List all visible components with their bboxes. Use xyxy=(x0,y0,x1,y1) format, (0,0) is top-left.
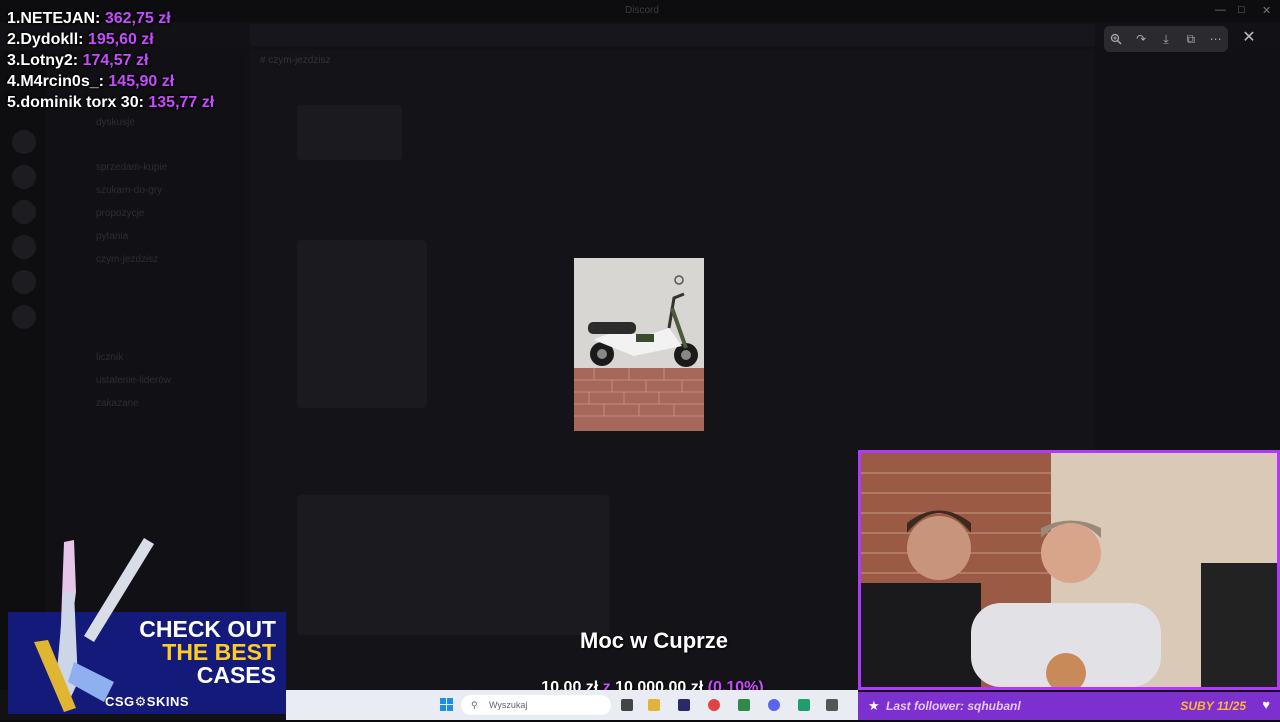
message-image xyxy=(297,105,402,160)
download-icon[interactable]: ⤓ xyxy=(1157,30,1175,48)
moped-photo xyxy=(574,258,704,431)
leaderboard-row: 5.dominik torx 30: 135,77 zł xyxy=(7,94,215,111)
minimize-icon[interactable]: — xyxy=(1215,4,1226,16)
enlarged-image[interactable] xyxy=(574,258,704,431)
window-title: Discord xyxy=(625,5,659,16)
heart-icon: ♥ xyxy=(1262,697,1270,712)
channel-item[interactable]: zakazane xyxy=(96,398,139,409)
message-image xyxy=(297,495,609,635)
channel-item[interactable]: szukam-do-gry xyxy=(96,185,162,196)
leaderboard-row: 3.Lotny2: 174,57 zł xyxy=(7,52,149,69)
search-icon: ⚲ xyxy=(471,700,478,710)
image-viewer-toolbar: ↷ ⤓ ⧉ ⋯ xyxy=(1104,26,1228,52)
channel-item[interactable]: dyskusje xyxy=(96,117,135,128)
windows-start-icon[interactable] xyxy=(440,698,454,717)
app-icon[interactable] xyxy=(798,699,810,711)
app-icon[interactable] xyxy=(826,699,838,711)
taskview-icon[interactable] xyxy=(621,699,633,711)
webcam-frame xyxy=(858,450,1280,690)
channel-item[interactable]: licznik xyxy=(96,352,123,363)
leaderboard-row: 2.Dydokll: 195,60 zł xyxy=(7,31,154,48)
donation-leaderboard: 1.NETEJAN: 362,75 zł 2.Dydokll: 195,60 z… xyxy=(7,8,214,113)
channel-item[interactable]: ustalenie-liderów xyxy=(96,375,171,386)
star-icon: ★ xyxy=(868,698,880,713)
zoom-in-icon[interactable] xyxy=(1107,30,1125,48)
notification-banner xyxy=(250,24,1095,46)
sub-goal: SUBY 11/25 xyxy=(1180,699,1246,713)
channel-item[interactable]: pytania xyxy=(96,231,128,242)
maximize-icon[interactable]: □ xyxy=(1238,4,1245,16)
folder-icon[interactable] xyxy=(648,699,660,711)
leaderboard-row: 4.M4rcin0s_: 145,90 zł xyxy=(7,73,175,90)
last-follower: Last follower: sqhubanl xyxy=(886,699,1021,713)
ad-brand: CSG⚙SKINS xyxy=(104,694,190,709)
channel-item-active[interactable]: czym-jezdzisz xyxy=(96,254,158,265)
message-image xyxy=(297,240,427,408)
channel-header: # czym-jezdzisz xyxy=(260,55,331,66)
goal-title: Moc w Cuprze xyxy=(580,628,728,653)
member-list xyxy=(1095,50,1280,450)
channel-item[interactable]: sprzedam-kupie xyxy=(96,162,167,173)
channel-name: czym-jezdzisz xyxy=(268,55,331,66)
channel-item[interactable]: propozycje xyxy=(96,208,144,219)
more-icon[interactable]: ⋯ xyxy=(1207,30,1225,48)
sponsor-ad[interactable]: CHECK OUT THE BEST CASES CSG⚙SKINS xyxy=(8,538,286,714)
share-icon[interactable]: ↷ xyxy=(1132,30,1150,48)
opera-icon[interactable] xyxy=(708,699,720,711)
open-external-icon[interactable]: ⧉ xyxy=(1182,30,1200,48)
app-icon[interactable] xyxy=(738,699,750,711)
taskbar-search[interactable]: ⚲ Wyszukaj xyxy=(461,695,611,715)
webcam-info-bar: ★ Last follower: sqhubanl SUBY 11/25 ♥ xyxy=(858,692,1280,720)
taskbar: ⚲ Wyszukaj xyxy=(286,690,858,720)
window-close-icon[interactable]: ✕ xyxy=(1262,4,1271,17)
close-icon[interactable]: ✕ xyxy=(1238,26,1260,50)
ad-headline: CHECK OUT THE BEST CASES xyxy=(139,616,276,688)
discord-icon[interactable] xyxy=(768,699,780,711)
webcam-video xyxy=(861,453,1277,687)
leaderboard-row: 1.NETEJAN: 362,75 zł xyxy=(7,10,171,27)
premiere-icon[interactable] xyxy=(678,699,690,711)
